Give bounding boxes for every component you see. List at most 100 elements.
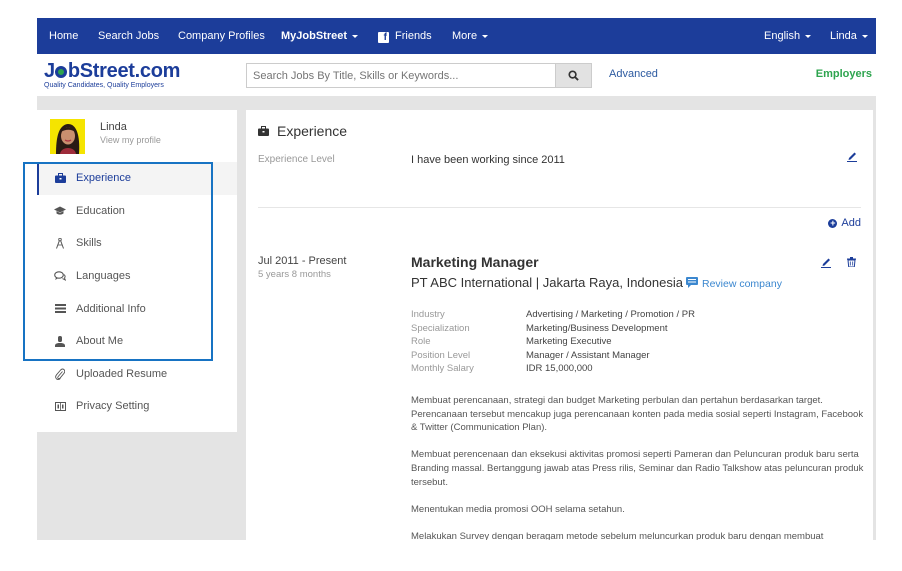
detail-value: IDR 15,000,000 [526, 363, 593, 375]
nav-myjobstreet[interactable]: MyJobStreet [281, 18, 359, 54]
detail-label: Role [411, 336, 431, 348]
description-paragraph: Membuat perencanaan, strategi dan budget… [411, 395, 864, 434]
search-icon [568, 70, 579, 81]
compass-icon [53, 236, 67, 250]
paperclip-icon [53, 367, 67, 381]
graduation-cap-icon [53, 204, 67, 218]
job-description: Membuat perencanaan, strategi dan budget… [411, 394, 866, 540]
add-label: Add [841, 217, 861, 229]
sidebar-item-languages[interactable]: Languages [37, 260, 237, 293]
nav-company-profiles[interactable]: Company Profiles [178, 18, 265, 54]
advanced-search-link[interactable]: Advanced [609, 68, 658, 80]
view-profile-link[interactable]: View my profile [100, 135, 161, 145]
sidebar-item-experience[interactable]: Experience [37, 162, 237, 195]
detail-label: Industry [411, 309, 445, 320]
job-details: Industry Advertising / Marketing / Promot… [411, 308, 695, 376]
review-company-label: Review company [702, 278, 782, 290]
description-paragraph: Menentukan media promosi OOH selama seta… [411, 503, 625, 515]
sidebar-item-label: Additional Info [76, 302, 146, 315]
detail-label: Monthly Salary [411, 363, 474, 375]
employers-link[interactable]: Employers [816, 68, 872, 80]
plus-circle-icon: + [828, 217, 838, 228]
search-input[interactable] [246, 63, 556, 88]
logo-text-j: J [44, 60, 55, 82]
facebook-icon: f [378, 32, 389, 43]
logo-globe-icon [55, 66, 68, 78]
detail-value: Manager / Assistant Manager [526, 349, 650, 361]
edit-job-button[interactable] [821, 257, 831, 271]
sidebar-item-skills[interactable]: Skills [37, 227, 237, 260]
pencil-icon [821, 258, 831, 268]
logo-text-rest: bStreet.com [67, 60, 181, 82]
language-dropdown[interactable]: English [764, 18, 812, 54]
privacy-icon [53, 399, 67, 413]
pencil-icon [847, 152, 857, 162]
chevron-down-icon [805, 34, 812, 38]
detail-value: Marketing/Business Development [526, 322, 668, 334]
briefcase-icon [258, 123, 269, 139]
sidebar-menu: Experience Education Skills Languages Ad… [37, 162, 237, 423]
briefcase-icon [53, 171, 67, 185]
chevron-down-icon [861, 34, 868, 38]
edit-experience-level-button[interactable] [847, 151, 857, 165]
sidebar-item-label: Skills [76, 237, 102, 250]
nav-search-jobs[interactable]: Search Jobs [98, 18, 159, 54]
experience-level-value: I have been working since 2011 [411, 154, 565, 166]
sidebar-item-additional-info[interactable]: Additional Info [37, 292, 237, 325]
delete-job-button[interactable] [847, 257, 856, 270]
sidebar-item-education[interactable]: Education [37, 195, 237, 228]
job-duration: 5 years 8 months [258, 269, 331, 280]
sidebar-item-label: Languages [76, 270, 131, 283]
sidebar-item-uploaded-resume[interactable]: Uploaded Resume [37, 358, 237, 391]
detail-row: Industry Advertising / Marketing / Promot… [411, 308, 695, 322]
job-company: PT ABC International | Jakarta Raya, Ind… [411, 275, 683, 290]
nav-more-label: More [452, 30, 478, 42]
chat-bubbles-icon [53, 269, 67, 283]
logo-tagline: Quality Candidates, Quality Employers [44, 82, 164, 89]
detail-label: Position Level [411, 349, 471, 361]
sidebar-item-label: Uploaded Resume [76, 367, 168, 380]
divider [258, 207, 861, 208]
nav-home[interactable]: Home [49, 18, 78, 54]
detail-value: Advertising / Marketing / Promotion / PR [526, 309, 695, 320]
language-label: English [764, 30, 801, 42]
experience-panel: Experience Experience Level I have been … [246, 110, 873, 540]
job-title: Marketing Manager [411, 254, 539, 270]
top-nav: Home Search Jobs Company Profiles MyJobS… [37, 18, 876, 54]
jobstreet-logo[interactable]: JbStreet.com Quality Candidates, Quality… [44, 61, 180, 90]
section-title-label: Experience [277, 123, 348, 139]
sidebar-item-about-me[interactable]: About Me [37, 325, 237, 358]
description-paragraph: Melakukan Survey dengan beragam metode s… [411, 530, 824, 540]
nav-friends-label: Friends [395, 30, 432, 42]
experience-level-label: Experience Level [258, 154, 335, 165]
avatar[interactable] [50, 119, 85, 154]
review-company-link[interactable]: Review company [686, 277, 782, 291]
sidebar-item-label: Education [76, 204, 125, 217]
nav-myjobstreet-label: MyJobStreet [281, 30, 348, 42]
sidebar-item-label: Experience [76, 172, 132, 185]
detail-value: Marketing Executive [526, 336, 612, 348]
profile-summary: Linda View my profile [37, 110, 237, 162]
add-experience-button[interactable]: + Add [828, 217, 861, 229]
search-button[interactable] [555, 63, 592, 88]
trash-icon [847, 257, 856, 268]
profile-name: Linda [100, 121, 127, 133]
sidebar-item-privacy-setting[interactable]: Privacy Setting [37, 390, 237, 423]
nav-friends[interactable]: f Friends [378, 18, 432, 54]
sidebar-item-label: Privacy Setting [76, 400, 150, 413]
detail-row: Specialization Marketing/Business Develop… [411, 322, 695, 336]
detail-row: Monthly Salary IDR 15,000,000 [411, 362, 695, 376]
page: Home Search Jobs Company Profiles MyJobS… [37, 18, 876, 540]
chevron-down-icon [482, 34, 489, 38]
detail-label: Specialization [411, 322, 470, 334]
header-bar: JbStreet.com Quality Candidates, Quality… [37, 54, 876, 96]
section-title: Experience [258, 123, 347, 139]
user-dropdown[interactable]: Linda [830, 18, 868, 54]
comment-icon [686, 277, 698, 291]
user-label: Linda [830, 30, 857, 42]
list-icon [53, 302, 67, 316]
avatar-photo [50, 119, 85, 154]
detail-row: Position Level Manager / Assistant Manage… [411, 349, 695, 363]
job-dates: Jul 2011 - Present [258, 255, 347, 267]
nav-more[interactable]: More [452, 18, 489, 54]
